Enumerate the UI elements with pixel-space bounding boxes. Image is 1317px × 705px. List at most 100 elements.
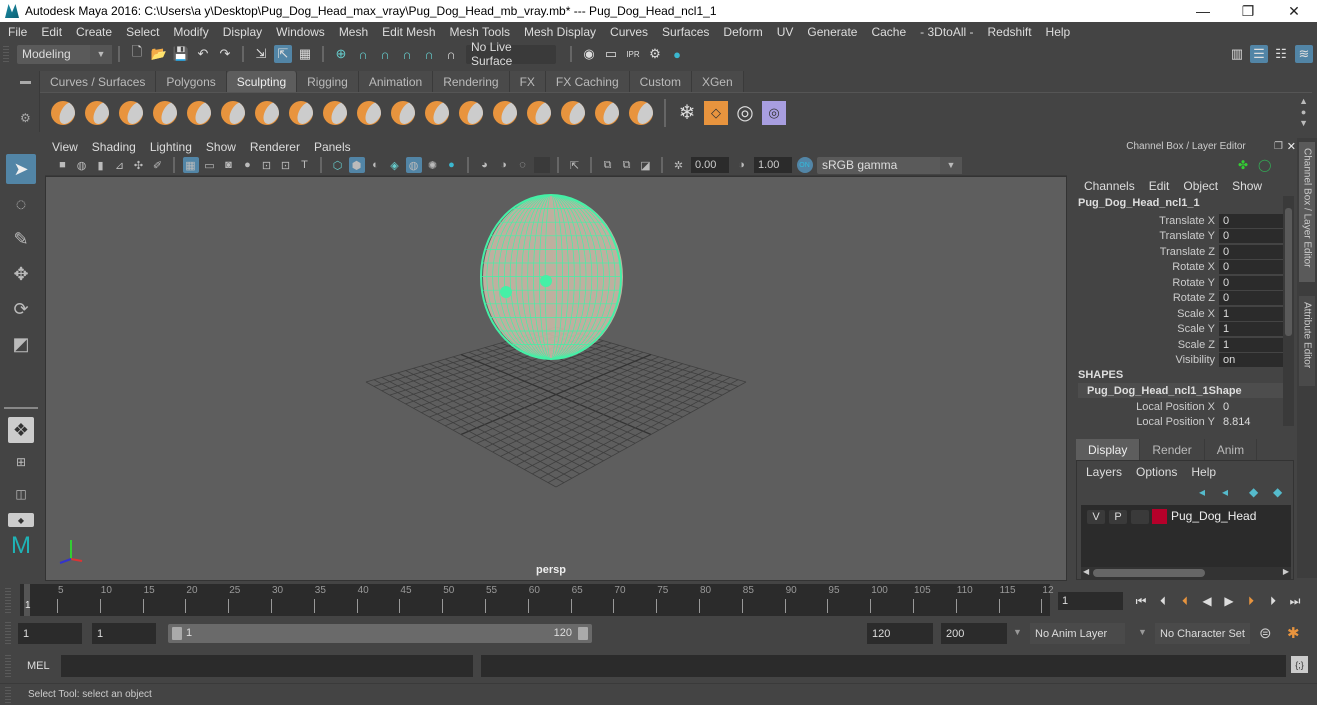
- close-button[interactable]: ✕: [1271, 0, 1317, 22]
- move-layer-down-icon[interactable]: ◂: [1222, 485, 1228, 499]
- undo-icon[interactable]: ↶: [194, 45, 212, 63]
- knife-tool-icon[interactable]: [493, 100, 517, 125]
- channel-value[interactable]: 1: [1219, 306, 1283, 321]
- current-frame-field[interactable]: 1: [1058, 592, 1123, 610]
- viewport-menu-shading[interactable]: Shading: [92, 140, 136, 154]
- channel-box-toggle-icon[interactable]: ≋: [1295, 45, 1313, 63]
- shelf-scroll[interactable]: ▲ ● ▼: [1299, 96, 1308, 129]
- layer-tab-render[interactable]: Render: [1140, 439, 1205, 461]
- channel-value[interactable]: 0: [1219, 213, 1283, 228]
- character-set-chevron-icon[interactable]: ▼: [1138, 627, 1147, 637]
- menu-windows[interactable]: Windows: [276, 25, 325, 39]
- rotate-tool-icon[interactable]: ⟳: [6, 294, 36, 324]
- maya-home-icon[interactable]: M: [6, 531, 36, 561]
- safe-title-icon[interactable]: T: [297, 157, 313, 173]
- amplify-tool-icon[interactable]: [595, 100, 619, 125]
- step-back-key-icon[interactable]: ⏴: [1174, 591, 1196, 611]
- channel-value[interactable]: 0: [1219, 259, 1283, 274]
- snap-curve-icon[interactable]: ∩: [354, 45, 372, 63]
- channel-row[interactable]: Rotate X 0: [1075, 259, 1283, 274]
- select-component-icon[interactable]: ▦: [296, 45, 314, 63]
- redo-icon[interactable]: ↷: [216, 45, 234, 63]
- live-surface-field[interactable]: No Live Surface: [466, 40, 556, 68]
- anti-aliasing-icon[interactable]: ◌: [515, 157, 531, 173]
- range-end-handle[interactable]: [578, 627, 588, 640]
- playback-start-field[interactable]: 1: [92, 623, 156, 644]
- shelf-tab-custom[interactable]: Custom: [629, 71, 692, 92]
- smooth-tool-icon[interactable]: [85, 100, 109, 125]
- channel-row[interactable]: Scale X 1: [1075, 306, 1283, 321]
- snap-point-icon[interactable]: ∩: [376, 45, 394, 63]
- channel-row[interactable]: Scale Y 1: [1075, 321, 1283, 336]
- repeat-tool-icon[interactable]: [323, 100, 347, 125]
- menu-display[interactable]: Display: [223, 25, 262, 39]
- new-layer-selected-icon[interactable]: ◆: [1273, 485, 1282, 499]
- viewport-menu-show[interactable]: Show: [206, 140, 236, 154]
- spray-tool-icon[interactable]: [289, 100, 313, 125]
- drag-handle[interactable]: [5, 622, 11, 644]
- channel-menu-channels[interactable]: Channels: [1084, 179, 1135, 193]
- single-view-layout-icon[interactable]: ❖: [8, 417, 34, 443]
- animation-end-field[interactable]: 200: [941, 623, 1007, 644]
- animation-start-field[interactable]: 1: [18, 623, 82, 644]
- character-set-dropdown[interactable]: No Character Set: [1155, 623, 1250, 644]
- bookmark-icon[interactable]: ▮: [93, 157, 109, 173]
- side-tab-channel-box[interactable]: Channel Box / Layer Editor: [1299, 142, 1315, 282]
- menu-modify[interactable]: Modify: [173, 25, 208, 39]
- float-panel-icon[interactable]: ❐: [1274, 141, 1283, 152]
- snap-grid-icon[interactable]: ⊕: [332, 45, 350, 63]
- command-language-label[interactable]: MEL: [27, 660, 50, 672]
- safe-action-icon[interactable]: ⊡: [278, 157, 294, 173]
- snap-projected-center-icon[interactable]: ∩: [398, 45, 416, 63]
- channel-value[interactable]: 8.814: [1219, 415, 1283, 429]
- menu-generate[interactable]: Generate: [807, 25, 857, 39]
- viewport-menu-view[interactable]: View: [52, 140, 78, 154]
- shape-node-name[interactable]: Pug_Dog_Head_ncl1_1Shape: [1078, 383, 1283, 398]
- 2d-pan-zoom-icon[interactable]: ✣: [131, 157, 147, 173]
- auto-key-icon[interactable]: ⊜: [1259, 624, 1272, 642]
- render-settings-icon[interactable]: ⚙: [646, 45, 664, 63]
- grease-pencil-icon[interactable]: ✐: [150, 157, 166, 173]
- channel-row[interactable]: Translate X 0: [1075, 213, 1283, 228]
- channel-menu-object[interactable]: Object: [1183, 179, 1218, 193]
- backface-culling-icon[interactable]: ◪: [638, 157, 654, 173]
- menu-surfaces[interactable]: Surfaces: [662, 25, 709, 39]
- menu-uv[interactable]: UV: [777, 25, 794, 39]
- range-start-handle[interactable]: [172, 627, 182, 640]
- menu-curves[interactable]: Curves: [610, 25, 648, 39]
- select-tool-icon[interactable]: ➤: [6, 154, 36, 184]
- playback-end-field[interactable]: 120: [867, 623, 933, 644]
- channel-menu-show[interactable]: Show: [1232, 179, 1262, 193]
- move-tool-icon[interactable]: ✥: [6, 259, 36, 289]
- scale-tool-icon[interactable]: ◩: [6, 329, 36, 359]
- channel-box-scrollbar[interactable]: [1283, 196, 1294, 426]
- drag-handle[interactable]: [3, 46, 9, 62]
- pinch-tool-icon[interactable]: [187, 100, 211, 125]
- sculpt-geometry-icon[interactable]: ◇: [704, 100, 728, 125]
- menu-cache[interactable]: Cache: [871, 25, 906, 39]
- drag-handle[interactable]: [5, 687, 11, 703]
- paint-select-tool-icon[interactable]: ✎: [6, 224, 36, 254]
- anim-layer-chevron-icon[interactable]: ▼: [1013, 627, 1022, 637]
- freeze-tool-icon[interactable]: [629, 100, 653, 125]
- channel-value[interactable]: 1: [1219, 337, 1283, 352]
- step-forward-key-icon[interactable]: ⏵: [1240, 591, 1262, 611]
- layer-visibility-toggle[interactable]: V: [1087, 510, 1105, 524]
- snap-view-plane-icon[interactable]: ∩: [420, 45, 438, 63]
- channel-box-manipulator-icon[interactable]: ✤: [1238, 158, 1248, 172]
- shelf-tab-rendering[interactable]: Rendering: [433, 71, 510, 92]
- attribute-editor-toggle-icon[interactable]: ☰: [1250, 45, 1268, 63]
- layer-display-type-toggle[interactable]: [1131, 510, 1149, 524]
- menu-mesh-tools[interactable]: Mesh Tools: [450, 25, 510, 39]
- scroll-right-icon[interactable]: ▶: [1283, 567, 1289, 576]
- select-object-icon[interactable]: ⇱: [274, 45, 292, 63]
- channel-row[interactable]: Translate Z 0: [1075, 244, 1283, 259]
- textured-icon[interactable]: ◍: [405, 157, 422, 173]
- minimize-button[interactable]: —: [1180, 0, 1226, 22]
- channel-value[interactable]: on: [1219, 352, 1283, 367]
- exposure-field[interactable]: 0.00: [691, 157, 729, 173]
- shelf-menu-icon[interactable]: [20, 81, 31, 84]
- menu-select[interactable]: Select: [126, 25, 159, 39]
- layer-tab-anim[interactable]: Anim: [1204, 439, 1258, 461]
- channel-value[interactable]: 0: [1219, 290, 1283, 305]
